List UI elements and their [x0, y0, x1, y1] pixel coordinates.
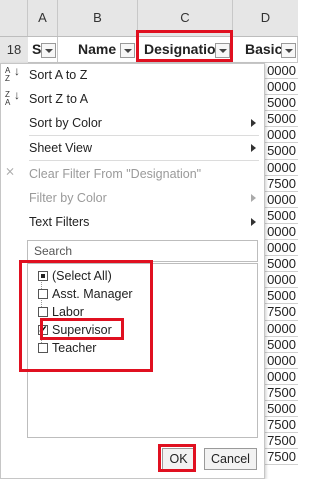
- basic-value-cell[interactable]: 0000: [265, 272, 298, 289]
- filter-by-color-label: Filter by Color: [29, 191, 107, 205]
- basic-value-cell[interactable]: 7500: [265, 385, 298, 401]
- sort-descending-icon: Z A ↓: [5, 88, 20, 107]
- basic-value-cell[interactable]: 7500: [265, 449, 298, 466]
- basic-column-values: 0000 0000 5000 5000 0000 5000 0000 7500 0000 5000…: [265, 63, 298, 466]
- supervisor-checkbox[interactable]: [38, 321, 48, 339]
- header-basic-text: Basic: [245, 41, 283, 57]
- header-cell-basic[interactable]: Basic: [233, 37, 298, 63]
- text-filters-label: Text Filters: [29, 215, 90, 229]
- filter-dropdown-sl[interactable]: [41, 43, 56, 58]
- basic-value-cell[interactable]: 7500: [265, 433, 298, 450]
- header-designation-text: Designatio: [144, 41, 216, 57]
- basic-value-cell[interactable]: 5000: [265, 401, 298, 418]
- column-header-bar: A B C D: [0, 0, 298, 37]
- clear-filter-icon: ⨯: [5, 164, 16, 178]
- sort-a-to-z[interactable]: A Z ↓ Sort A to Z: [1, 64, 264, 86]
- basic-value-cell[interactable]: 0000: [265, 240, 298, 257]
- basic-value-cell[interactable]: 0000: [265, 160, 298, 176]
- column-header-a[interactable]: A: [28, 0, 58, 36]
- filter-by-color[interactable]: Filter by Color: [1, 187, 264, 209]
- basic-value-cell[interactable]: 0000: [265, 321, 298, 337]
- basic-value-cell[interactable]: 0000: [265, 127, 298, 144]
- corner-cell[interactable]: [0, 0, 28, 36]
- labor-label: Labor: [52, 305, 84, 319]
- sheet-view[interactable]: Sheet View: [1, 137, 264, 159]
- clear-filter-label: Clear Filter From "Designation": [29, 167, 202, 181]
- submenu-arrow-icon: [251, 144, 256, 152]
- search-input[interactable]: Search: [27, 240, 258, 262]
- sort-a-to-z-label: Sort A to Z: [29, 68, 88, 82]
- sort-by-color-label: Sort by Color: [29, 116, 102, 130]
- menu-divider: [29, 160, 259, 161]
- basic-value-cell[interactable]: 0000: [265, 224, 298, 241]
- basic-value-cell[interactable]: 7500: [265, 417, 298, 434]
- sort-by-color[interactable]: Sort by Color: [1, 112, 264, 134]
- row-number[interactable]: 18: [0, 37, 29, 63]
- basic-value-cell[interactable]: 5000: [265, 95, 298, 112]
- sort-z-to-a-label: Sort Z to A: [29, 92, 89, 106]
- sort-z-to-a[interactable]: Z A ↓ Sort Z to A: [1, 88, 264, 110]
- submenu-arrow-icon: [251, 194, 256, 202]
- clear-filter[interactable]: ⨯ Clear Filter From "Designation": [1, 163, 264, 185]
- basic-value-cell[interactable]: 0000: [265, 192, 298, 208]
- basic-value-cell[interactable]: 5000: [265, 208, 298, 224]
- basic-value-cell[interactable]: 5000: [265, 337, 298, 353]
- filter-values-list[interactable]: (Select All) Asst. Manager Labor Supervi…: [27, 263, 258, 438]
- cancel-button[interactable]: Cancel: [204, 448, 257, 470]
- sheet-view-label: Sheet View: [29, 141, 93, 155]
- sort-ascending-icon: A Z ↓: [5, 64, 20, 83]
- submenu-arrow-icon: [251, 119, 256, 127]
- header-cell-sl[interactable]: Sl: [28, 37, 58, 63]
- column-header-c[interactable]: C: [138, 0, 233, 36]
- submenu-arrow-icon: [251, 218, 256, 226]
- basic-value-cell[interactable]: 0000: [265, 79, 298, 96]
- basic-value-cell[interactable]: 5000: [265, 288, 298, 305]
- teacher-label: Teacher: [52, 341, 97, 355]
- basic-value-cell[interactable]: 7500: [265, 304, 298, 321]
- asst-manager-label: Asst. Manager: [52, 287, 133, 301]
- basic-value-cell[interactable]: 7500: [265, 176, 298, 192]
- basic-value-cell[interactable]: 0000: [265, 353, 298, 369]
- basic-value-cell[interactable]: 5000: [265, 256, 298, 273]
- column-header-b[interactable]: B: [58, 0, 138, 36]
- header-name-text: Name: [78, 41, 117, 57]
- text-filters[interactable]: Text Filters: [1, 211, 264, 233]
- basic-value-cell[interactable]: 0000: [265, 369, 298, 385]
- filter-item-supervisor[interactable]: Supervisor: [38, 321, 112, 339]
- menu-divider: [29, 135, 259, 136]
- basic-value-cell[interactable]: 5000: [265, 143, 298, 160]
- ok-button[interactable]: OK: [162, 448, 195, 470]
- select-all-checkbox[interactable]: [38, 271, 48, 281]
- basic-value-cell[interactable]: 5000: [265, 111, 298, 128]
- filter-item-teacher[interactable]: Teacher: [38, 339, 97, 357]
- filter-dropdown-designation[interactable]: [215, 43, 230, 58]
- filter-item-labor[interactable]: Labor: [38, 303, 84, 321]
- asst-manager-checkbox[interactable]: [38, 289, 48, 299]
- autofilter-menu: A Z ↓ Sort A to Z Z A ↓ Sort Z to A Sort by …: [0, 63, 265, 479]
- filter-dropdown-basic[interactable]: [281, 43, 296, 58]
- labor-checkbox[interactable]: [38, 307, 48, 317]
- basic-value-cell[interactable]: 0000: [265, 63, 298, 80]
- filter-item-asst-manager[interactable]: Asst. Manager: [38, 285, 133, 303]
- filter-item-select-all[interactable]: (Select All): [38, 267, 112, 285]
- supervisor-label: Supervisor: [52, 323, 112, 337]
- header-cell-name[interactable]: Name: [58, 37, 138, 63]
- header-cell-designation[interactable]: Designatio: [138, 37, 233, 63]
- select-all-label: (Select All): [52, 269, 112, 283]
- column-header-d[interactable]: D: [233, 0, 298, 36]
- filter-dropdown-name[interactable]: [120, 43, 135, 58]
- teacher-checkbox[interactable]: [38, 343, 48, 353]
